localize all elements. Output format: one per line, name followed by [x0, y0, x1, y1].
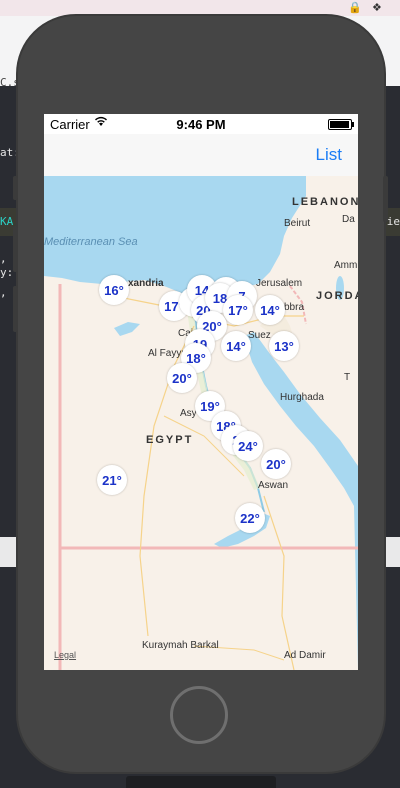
temperature-label: 14°: [260, 303, 280, 318]
weather-pin[interactable]: 24°: [233, 431, 263, 461]
map-legal-link[interactable]: Legal: [54, 650, 76, 660]
map-view[interactable]: LEBANON Beirut Da Mediterranean Sea Amm …: [44, 176, 358, 670]
map-label-mediterranean-sea: Mediterranean Sea: [44, 236, 138, 248]
temperature-label: 20°: [266, 457, 286, 472]
temperature-label: 21°: [102, 473, 122, 488]
battery-icon: [328, 119, 354, 130]
power-button: [383, 176, 388, 222]
weather-pin[interactable]: 17°: [223, 295, 253, 325]
map-label-hurghada: Hurghada: [280, 392, 324, 403]
dropbox-icon[interactable]: ❖: [372, 1, 382, 14]
temperature-label: 20°: [172, 371, 192, 386]
temperature-label: 24°: [238, 439, 258, 454]
map-label-jerusalem: Jerusalem: [256, 278, 303, 289]
weather-pin[interactable]: 22°: [235, 503, 265, 533]
weather-pin[interactable]: 13°: [269, 331, 299, 361]
map-label-suez: Suez: [248, 330, 271, 341]
weather-pin[interactable]: 16°: [99, 275, 129, 305]
map-label-beirut: Beirut: [284, 218, 311, 229]
app-screen: Carrier 9:46 PM List LEBANON Beirut Da M…: [44, 114, 358, 670]
map-label-t: T: [344, 372, 351, 383]
temperature-label: 14°: [226, 339, 246, 354]
mute-switch: [13, 176, 18, 200]
weather-pin[interactable]: 21°: [97, 465, 127, 495]
system-menu-bar: 🔒 ❖: [0, 0, 400, 17]
map-label-aswan: Aswan: [258, 480, 289, 491]
map-label-amman: Amm: [334, 260, 358, 271]
temperature-label: 13°: [274, 339, 294, 354]
map-label-kuraymah: Kuraymah Barkal: [142, 640, 219, 651]
weather-pin[interactable]: 20°: [261, 449, 291, 479]
home-button[interactable]: [170, 686, 228, 744]
volume-up-button: [13, 226, 18, 272]
list-button[interactable]: List: [316, 145, 342, 165]
lock-icon[interactable]: 🔒: [348, 1, 362, 14]
volume-down-button: [13, 286, 18, 332]
weather-pin[interactable]: 14°: [221, 331, 251, 361]
map-label-alexandria: xandria: [128, 278, 164, 289]
code-line: ie: [386, 215, 400, 228]
map-background: [44, 176, 358, 670]
code-line: at:: [0, 146, 20, 159]
map-label-da: Da: [342, 214, 355, 225]
temperature-label: 16°: [104, 283, 124, 298]
editor-bottom-tab: [126, 776, 276, 788]
weather-pin[interactable]: 14°: [255, 295, 285, 325]
clock: 9:46 PM: [176, 117, 226, 132]
map-label-aqaba: bbra: [284, 302, 305, 313]
temperature-label: 17°: [228, 303, 248, 318]
navigation-bar: List: [44, 134, 358, 177]
code-line: ,: [0, 252, 7, 265]
temperature-label: 22°: [240, 511, 260, 526]
map-label-egypt: EGYPT: [146, 434, 194, 446]
code-line: ,: [0, 286, 7, 299]
map-label-lebanon: LEBANON: [292, 196, 358, 208]
map-label-jordan: JORDA: [316, 290, 358, 302]
map-label-ad-damir: Ad Damir: [284, 650, 326, 661]
weather-pin[interactable]: 20°: [167, 363, 197, 393]
code-line: KA: [0, 215, 14, 228]
status-bar: Carrier 9:46 PM: [44, 114, 358, 134]
code-line: y:: [0, 266, 14, 279]
battery-level: [330, 121, 349, 128]
